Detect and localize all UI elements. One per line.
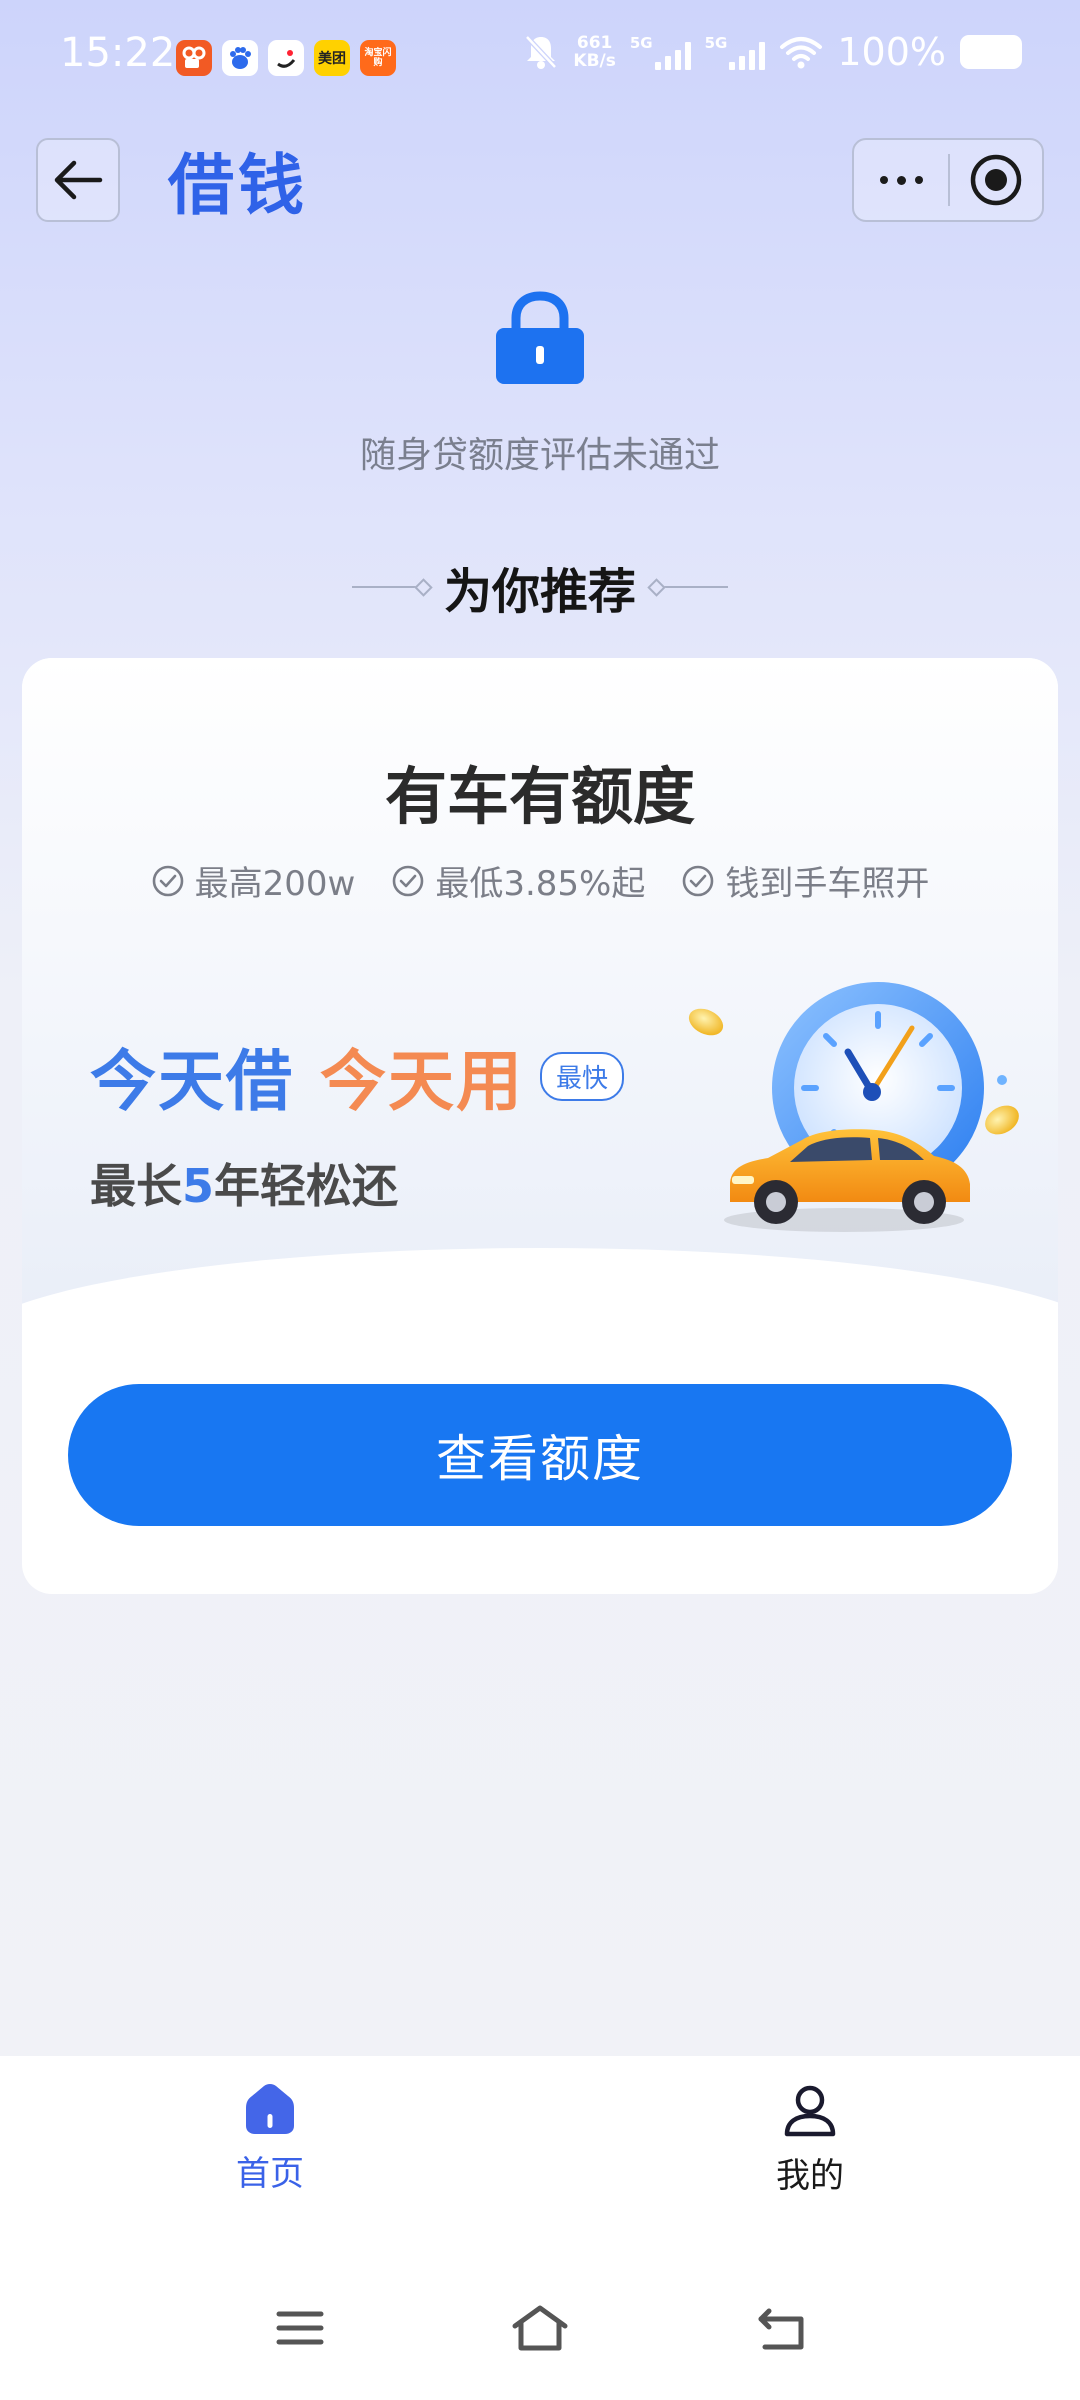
home-system-button[interactable] [510, 2300, 570, 2356]
kuaishou-icon [176, 40, 212, 76]
signal-bars-icon [729, 40, 766, 70]
home-outline-icon [512, 2305, 568, 2351]
back-return-icon [758, 2308, 804, 2350]
notification-app-icons: 美团 淘宝闪购 [176, 40, 396, 76]
fastest-badge: 最快 [540, 1051, 625, 1101]
more-dots-icon [879, 175, 923, 185]
divider-ornament [656, 586, 728, 588]
slogan: 今天借 今天用 最快 [90, 1028, 625, 1124]
user-icon [784, 2085, 836, 2137]
battery-percent: 100% [837, 30, 946, 74]
status-bar: 15:22 美团 淘宝闪购 661 KB/s 5G 5G 100% [0, 0, 1080, 116]
menu-lines-icon [276, 2311, 324, 2345]
slogan-use-today: 今天用 [320, 1043, 524, 1120]
taobao-shangou-icon: 淘宝闪购 [360, 40, 396, 76]
tab-mine[interactable]: 我的 [710, 2082, 910, 2197]
card-heading: 有车有额度 [384, 760, 695, 833]
status-right-group: 661 KB/s 5G 5G 100% [523, 30, 1022, 74]
recent-apps-button[interactable] [270, 2300, 330, 2356]
slogan-borrow-today: 今天借 [90, 1043, 294, 1120]
mute-bell-icon [525, 35, 558, 69]
feature-list: 最高200w 最低3.85%起 钱到手车照开 [22, 856, 1058, 905]
recommend-header: 为你推荐 [0, 552, 1080, 622]
feature-item: 最高200w [151, 856, 355, 905]
loan-offer-card[interactable]: 有车有额度 最高200w 最低3.85%起 钱到手车照开 今天借 今天用 最快 … [22, 658, 1058, 1594]
back-button[interactable] [36, 138, 120, 222]
recommend-title: 为你推荐 [443, 564, 636, 620]
meituan-icon: 美团 [314, 40, 350, 76]
close-miniprogram-button[interactable] [950, 140, 1042, 220]
view-credit-limit-button[interactable]: 查看额度 [68, 1384, 1012, 1526]
system-navigation-bar [0, 2256, 1080, 2400]
repayment-term-text: 最长5年轻松还 [90, 1159, 399, 1213]
status-time: 15:22 [60, 30, 176, 76]
net-speed: 661 KB/s [573, 33, 616, 71]
wifi-icon [780, 37, 823, 69]
clock-car-illustration [688, 982, 1019, 1232]
home-icon [246, 2083, 294, 2134]
mini-program-capsule [852, 138, 1044, 222]
assessment-status-text: 随身贷额度评估未通过 [359, 435, 720, 476]
target-circle-icon [970, 154, 1022, 206]
bottom-tab-bar: 首页 我的 [0, 2056, 1080, 2256]
arrow-left-icon [54, 160, 103, 200]
more-button[interactable] [854, 140, 948, 220]
baidu-icon [222, 40, 258, 76]
battery-icon [960, 35, 1022, 69]
sim2-signal: 5G [705, 34, 766, 70]
divider-ornament [351, 586, 424, 588]
page-title: 借钱 [168, 147, 308, 224]
feature-item: 最低3.85%起 [391, 856, 645, 905]
check-circle-icon [152, 865, 183, 896]
signal-bars-icon [654, 40, 691, 70]
lock-icon [496, 291, 584, 384]
check-circle-icon [683, 865, 714, 896]
douyin-lite-icon [268, 40, 304, 76]
feature-item: 钱到手车照开 [681, 856, 929, 905]
back-system-button[interactable] [752, 2300, 812, 2356]
sim1-signal: 5G [630, 34, 691, 70]
tab-home[interactable]: 首页 [170, 2082, 370, 2195]
check-circle-icon [393, 865, 424, 896]
